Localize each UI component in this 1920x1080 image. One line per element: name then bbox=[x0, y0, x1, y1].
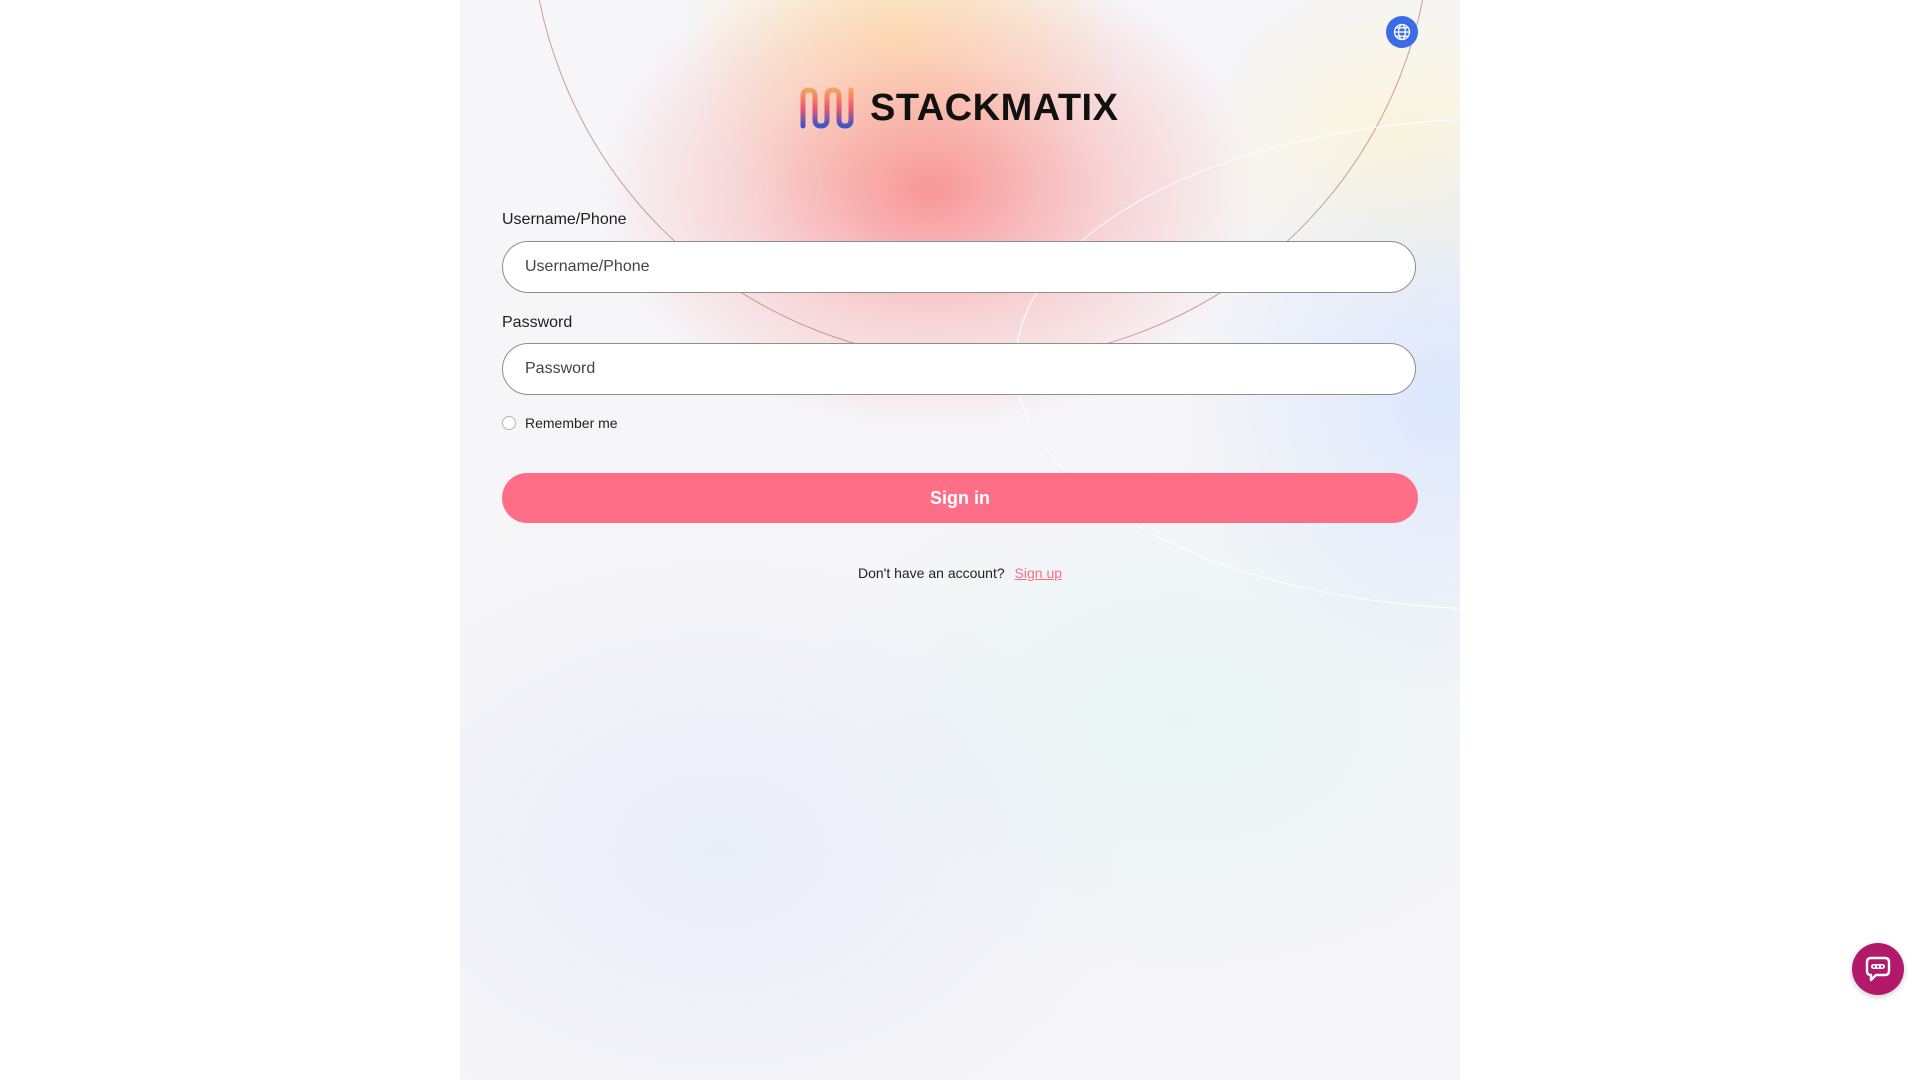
remember-me-checkbox[interactable] bbox=[502, 416, 516, 430]
globe-icon bbox=[1393, 23, 1411, 41]
remember-me-option[interactable]: Remember me bbox=[502, 415, 618, 431]
username-input[interactable] bbox=[502, 241, 1416, 293]
remember-me-label: Remember me bbox=[525, 415, 618, 431]
sign-up-link[interactable]: Sign up bbox=[1015, 565, 1062, 581]
chat-support-button[interactable] bbox=[1852, 943, 1904, 995]
chat-bubble-icon bbox=[1865, 956, 1891, 982]
stackmatix-logo-icon bbox=[800, 87, 854, 129]
language-button[interactable] bbox=[1386, 16, 1418, 48]
signup-prompt-row: Don't have an account? Sign up bbox=[460, 565, 1460, 581]
password-label: Password bbox=[502, 314, 573, 331]
signup-prompt-text: Don't have an account? bbox=[857, 565, 1005, 581]
brand-name: STACKMATIX bbox=[870, 86, 1119, 129]
sign-in-button[interactable]: Sign in bbox=[502, 473, 1418, 523]
brand-logo: STACKMATIX bbox=[798, 86, 1118, 130]
username-label: Username/Phone bbox=[502, 211, 627, 228]
password-input[interactable] bbox=[502, 343, 1416, 395]
login-panel-background bbox=[460, 0, 1460, 1080]
